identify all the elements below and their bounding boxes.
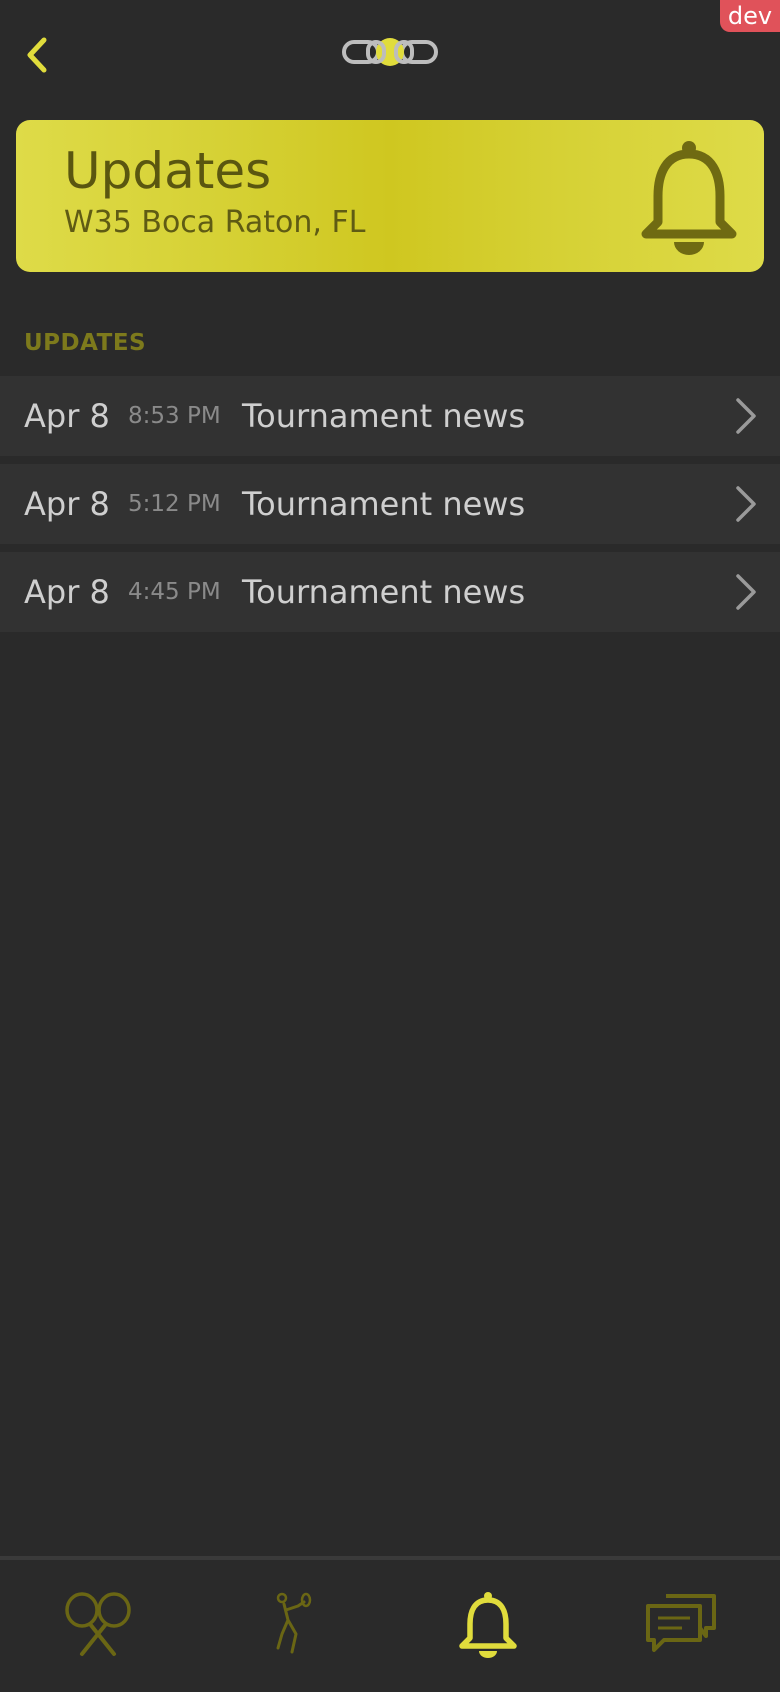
update-date: Apr 8 [24,397,110,435]
updates-header-card: Updates W35 Boca Raton, FL [16,120,764,272]
bell-icon [641,141,737,255]
chevron-right-icon [736,574,756,610]
chat-bubbles-icon [646,1594,716,1652]
top-bar [0,0,780,110]
page-title: Updates [64,142,272,200]
list-item[interactable]: Apr 8 4:45 PM Tournament news [0,552,780,632]
chevron-left-icon [27,37,47,73]
tab-players[interactable] [252,1590,332,1660]
tennis-player-icon [276,1592,312,1654]
update-date: Apr 8 [24,485,110,523]
app-logo [340,30,440,74]
back-button[interactable] [18,30,58,80]
update-title: Tournament news [242,397,526,435]
tab-tournaments[interactable] [58,1590,138,1660]
section-label: UPDATES [24,330,147,356]
update-time: 8:53 PM [128,403,221,429]
update-date: Apr 8 [24,573,110,611]
update-time: 4:45 PM [128,579,221,605]
tab-bar [0,1556,780,1692]
chevron-right-icon [736,486,756,522]
list-item[interactable]: Apr 8 8:53 PM Tournament news [0,376,780,456]
tab-chat[interactable] [642,1590,722,1660]
updates-list: Apr 8 8:53 PM Tournament news Apr 8 5:12… [0,376,780,640]
list-item[interactable]: Apr 8 5:12 PM Tournament news [0,464,780,544]
tab-updates[interactable] [448,1590,528,1660]
update-title: Tournament news [242,573,526,611]
tournament-name: W35 Boca Raton, FL [64,205,366,240]
update-time: 5:12 PM [128,491,221,517]
tennis-rackets-icon [65,1592,131,1656]
update-title: Tournament news [242,485,526,523]
chevron-right-icon [736,398,756,434]
bell-icon [459,1592,517,1658]
